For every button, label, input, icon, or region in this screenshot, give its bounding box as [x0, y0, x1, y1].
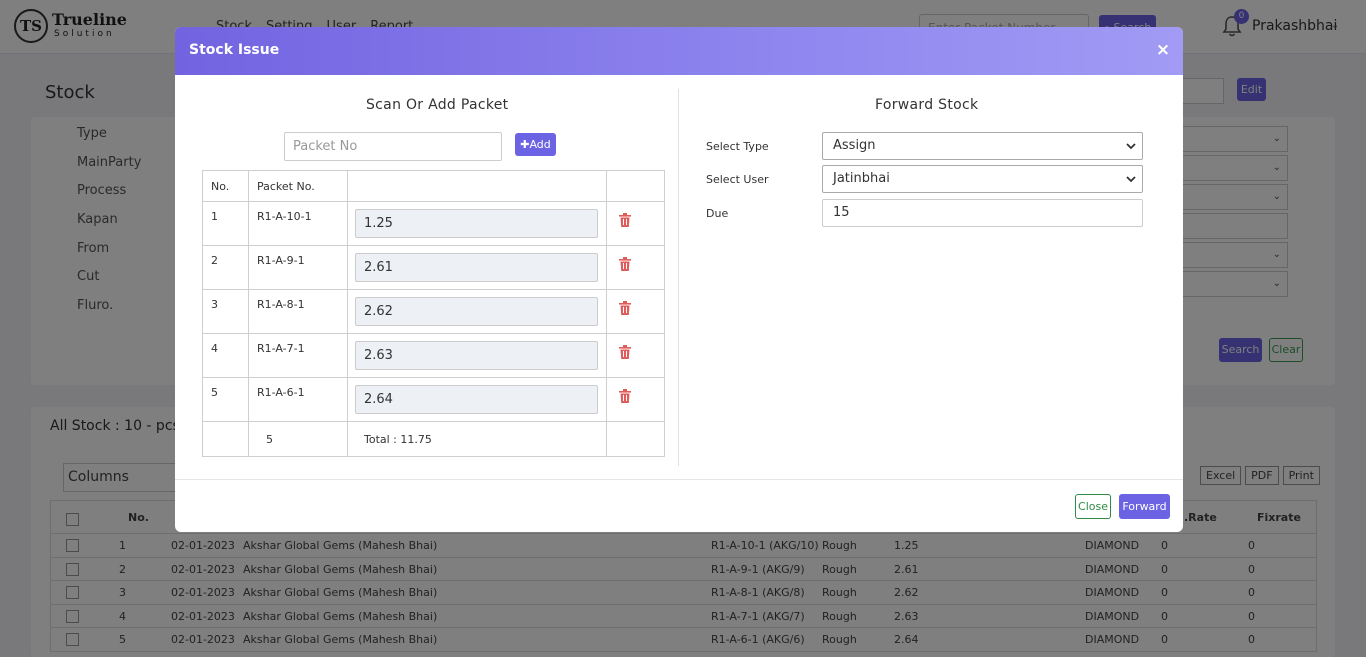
trash-icon[interactable]: [619, 257, 631, 271]
packet-table: No. Packet No. 1 R1-A-10-1 1.25 2 R1-A-9…: [202, 170, 665, 457]
scan-section-title: Scan Or Add Packet: [366, 97, 509, 113]
select-user-value: Jatinbhai: [833, 171, 890, 186]
stock-issue-modal: Stock Issue × Scan Or Add Packet ✚Add No…: [175, 27, 1183, 532]
packet-row-packet: R1-A-10-1: [257, 210, 312, 223]
forward-button[interactable]: Forward: [1119, 494, 1170, 519]
trash-icon[interactable]: [619, 213, 631, 227]
close-button[interactable]: Close: [1075, 494, 1111, 519]
packet-weight-field[interactable]: 2.63: [355, 341, 598, 370]
modal-title: Stock Issue: [189, 42, 280, 58]
trash-icon[interactable]: [619, 345, 631, 359]
packet-row-packet: R1-A-6-1: [257, 386, 305, 399]
packet-weight-field[interactable]: 2.61: [355, 253, 598, 282]
trash-icon[interactable]: [619, 301, 631, 315]
select-type-label: Select Type: [706, 140, 769, 153]
chevron-down-icon: [1126, 143, 1136, 150]
packet-weight-field[interactable]: 1.25: [355, 209, 598, 238]
packet-row-packet: R1-A-8-1: [257, 298, 305, 311]
modal-header: Stock Issue ×: [175, 27, 1183, 75]
add-packet-button[interactable]: ✚Add: [515, 133, 556, 156]
modal-footer-divider: [175, 479, 1183, 480]
forward-section-title: Forward Stock: [875, 97, 979, 113]
packet-count: 5: [266, 433, 273, 446]
packet-row-no: 2: [211, 254, 218, 267]
section-divider: [678, 89, 679, 466]
packet-table-header: No. Packet No.: [203, 171, 664, 202]
table-row: 1 R1-A-10-1 1.25: [203, 202, 664, 246]
close-icon[interactable]: ×: [1155, 41, 1171, 59]
packet-row-no: 4: [211, 342, 218, 355]
trash-icon[interactable]: [619, 389, 631, 403]
table-row: 4 R1-A-7-1 2.63: [203, 334, 664, 378]
table-row: 2 R1-A-9-1 2.61: [203, 246, 664, 290]
select-type-value: Assign: [833, 138, 876, 153]
packet-row-no: 3: [211, 298, 218, 311]
chevron-down-icon: [1126, 176, 1136, 183]
select-type-dropdown[interactable]: Assign: [822, 132, 1143, 160]
table-row: 3 R1-A-8-1 2.62: [203, 290, 664, 334]
due-input[interactable]: 15: [822, 199, 1143, 227]
select-user-label: Select User: [706, 173, 769, 186]
packet-row-packet: R1-A-9-1: [257, 254, 305, 267]
packet-weight-field[interactable]: 2.62: [355, 297, 598, 326]
packet-no-input[interactable]: [284, 132, 502, 161]
select-user-dropdown[interactable]: Jatinbhai: [822, 165, 1143, 193]
due-label: Due: [706, 207, 729, 220]
packet-row-no: 5: [211, 386, 218, 399]
header-no: No.: [211, 180, 230, 193]
packet-total: Total : 11.75: [364, 433, 432, 446]
packet-table-footer: 5 Total : 11.75: [203, 422, 664, 456]
packet-row-no: 1: [211, 210, 218, 223]
packet-weight-field[interactable]: 2.64: [355, 385, 598, 414]
table-row: 5 R1-A-6-1 2.64: [203, 378, 664, 422]
header-packet-no: Packet No.: [257, 180, 315, 193]
add-packet-button-label: Add: [529, 138, 551, 151]
packet-row-packet: R1-A-7-1: [257, 342, 305, 355]
